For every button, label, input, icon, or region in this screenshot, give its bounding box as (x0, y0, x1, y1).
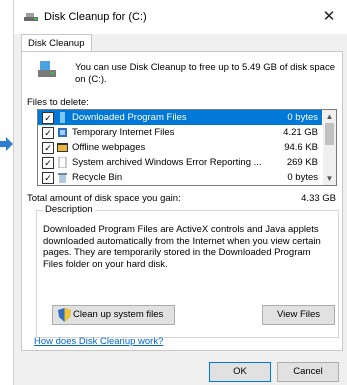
disk-cleanup-app-icon (24, 13, 38, 21)
list-item-recycle-bin[interactable]: ✓ Recycle Bin 0 bytes (38, 170, 322, 185)
description-legend: Description (43, 204, 95, 215)
drive-icon (38, 61, 56, 77)
file-name: Downloaded Program Files (72, 112, 187, 123)
file-name: Offline webpages (72, 142, 146, 153)
scroll-down-icon[interactable]: ▼ (323, 172, 336, 185)
list-scrollbar[interactable]: ▲ ▼ (323, 110, 336, 185)
uac-shield-icon (58, 308, 71, 322)
file-size: 0 bytes (287, 112, 318, 123)
file-size: 94.6 KB (284, 142, 318, 153)
files-list[interactable]: ✓ Downloaded Program Files 0 bytes ✓ Tem… (37, 109, 337, 186)
window-title: Disk Cleanup for (C:) (44, 11, 147, 23)
recycle-bin-icon (58, 173, 67, 183)
checkbox-downloaded-program-files[interactable]: ✓ (42, 112, 54, 124)
pointer-arrow-icon (0, 137, 13, 151)
description-text: Downloaded Program Files are ActiveX con… (43, 224, 321, 270)
list-item-offline-webpages[interactable]: ✓ Offline webpages 94.6 KB (38, 140, 322, 155)
internet-files-icon (58, 128, 67, 137)
scroll-up-icon[interactable]: ▲ (323, 110, 336, 123)
main-panel: You can use Disk Cleanup to free up to 5… (21, 51, 343, 351)
close-button[interactable]: ✕ (318, 6, 340, 28)
files-to-delete-label: Files to delete: (27, 97, 89, 108)
title-bar: Disk Cleanup for (C:) ✕ (14, 0, 347, 34)
help-link[interactable]: How does Disk Cleanup work? (34, 336, 163, 347)
checkbox-recycle-bin[interactable]: ✓ (42, 172, 54, 184)
checkbox-offline-webpages[interactable]: ✓ (42, 142, 54, 154)
checkbox-system-archived-error-reporting[interactable]: ✓ (42, 157, 54, 169)
file-name: Temporary Internet Files (72, 127, 175, 138)
list-item-temporary-internet-files[interactable]: ✓ Temporary Internet Files 4.21 GB (38, 125, 322, 140)
file-name: System archived Windows Error Reporting … (72, 157, 262, 168)
offline-page-icon (57, 143, 68, 152)
disk-cleanup-window: Disk Cleanup for (C:) ✕ Disk Cleanup You… (13, 0, 347, 385)
total-gain-label: Total amount of disk space you gain: (27, 193, 181, 204)
cancel-button[interactable]: Cancel (277, 362, 339, 382)
list-item-downloaded-program-files[interactable]: ✓ Downloaded Program Files 0 bytes (38, 110, 322, 125)
intro-text: You can use Disk Cleanup to free up to 5… (75, 62, 336, 85)
ok-button[interactable]: OK (209, 362, 271, 382)
total-gain-value: 4.33 GB (301, 193, 336, 204)
checkbox-temporary-internet-files[interactable]: ✓ (42, 127, 54, 139)
view-files-button[interactable]: View Files (262, 305, 335, 325)
file-size: 0 bytes (287, 172, 318, 183)
clean-up-label: Clean up system files (73, 309, 164, 320)
folder-icon (60, 112, 65, 123)
scroll-thumb[interactable] (325, 123, 334, 145)
file-size: 4.21 GB (283, 127, 318, 138)
list-item-system-archived-error-reporting[interactable]: ✓ System archived Windows Error Reportin… (38, 155, 322, 170)
document-icon (58, 157, 67, 168)
close-icon: ✕ (322, 8, 336, 25)
file-name: Recycle Bin (72, 172, 123, 183)
file-size: 269 KB (286, 157, 318, 168)
clean-up-system-files-button[interactable]: Clean up system files (52, 305, 175, 325)
